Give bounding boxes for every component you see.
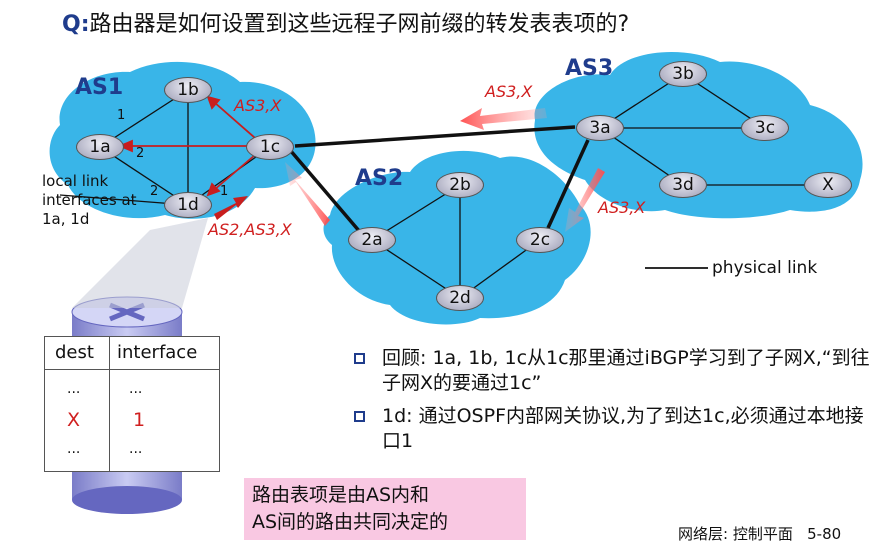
route-label-as3x-to-as2: AS3,X [598,198,646,217]
router-3b: 3b [659,61,707,87]
router-label: 2a [361,230,383,250]
table-header-dest: dest [55,342,94,363]
forwarding-table: dest interface ... ... X 1 ... ... [44,336,220,472]
as3-label: AS3 [565,56,614,81]
router-label: 3d [672,175,694,195]
router-label: 3b [672,64,694,84]
router-1c: 1c [246,134,294,160]
router-2b: 2b [436,172,484,198]
router-2d: 2d [436,285,484,311]
interface-num-1-right: 1 [220,184,229,199]
interface-num-1-top: 1 [117,108,126,123]
interface-num-2-lower: 2 [150,184,159,199]
zoom-beam [72,218,208,308]
table-cell: ... [129,381,143,397]
note-box: 路由表项是由AS内和 AS间的路由共同决定的 [244,478,526,540]
table-cell-interface-1: 1 [133,409,146,431]
page-title: Q:路由器是如何设置到这些远程子网前缀的转发表表项的? [62,12,630,37]
router-2c: 2c [516,227,564,253]
local-link-label: local link interfaces at 1a, 1d [42,172,137,228]
router-label: 2b [449,175,471,195]
table-cell: ... [67,381,81,397]
route-label-as3x-to-as1: AS3,X [485,82,533,101]
router-label: 1a [89,137,111,157]
router-3c: 3c [741,115,789,141]
router-1b: 1b [164,77,212,103]
router-label: 1b [177,80,199,100]
bullet-item: 1d: 通过OSPF内部网关协议,为了到达1c,必须通过本地接口1 [350,404,870,454]
physical-link-legend: physical link [712,258,818,278]
as2-label: AS2 [355,166,404,191]
table-cell: ... [67,441,81,457]
router-label: 3a [589,118,611,138]
router-label: 1d [177,195,199,215]
router-label: 2d [449,288,471,308]
page-number: 5-80 [807,525,842,543]
router-label: 3c [754,118,776,138]
router-label: 1c [259,137,281,157]
as1-label: AS1 [75,75,124,100]
route-label-as3x-as1: AS3,X [234,96,282,115]
note-line-2: AS间的路由共同决定的 [252,511,449,533]
router-2a: 2a [348,227,396,253]
table-header-interface: interface [117,342,198,363]
route-label-as2as3x: AS2,AS3,X [208,220,292,239]
router-label: X [822,175,834,195]
interface-num-2-upper: 2 [136,146,145,161]
router-1a: 1a [76,134,124,160]
note-line-1: 路由表项是由AS内和 [252,484,430,506]
bullet-list: 回顾: 1a, 1b, 1c从1c那里通过iBGP学习到了子网X,“到往子网X的… [350,346,870,462]
router-1d: 1d [164,192,212,218]
table-cell: ... [129,441,143,457]
bullet-item: 回顾: 1a, 1b, 1c从1c那里通过iBGP学习到了子网X,“到往子网X的… [350,346,870,396]
table-cell-dest-x: X [67,409,81,431]
router-x: X [804,172,852,198]
router-3a: 3a [576,115,624,141]
router-3d: 3d [659,172,707,198]
router-label: 2c [529,230,551,250]
footer: 网络层: 控制平面 5-80 [678,525,842,543]
